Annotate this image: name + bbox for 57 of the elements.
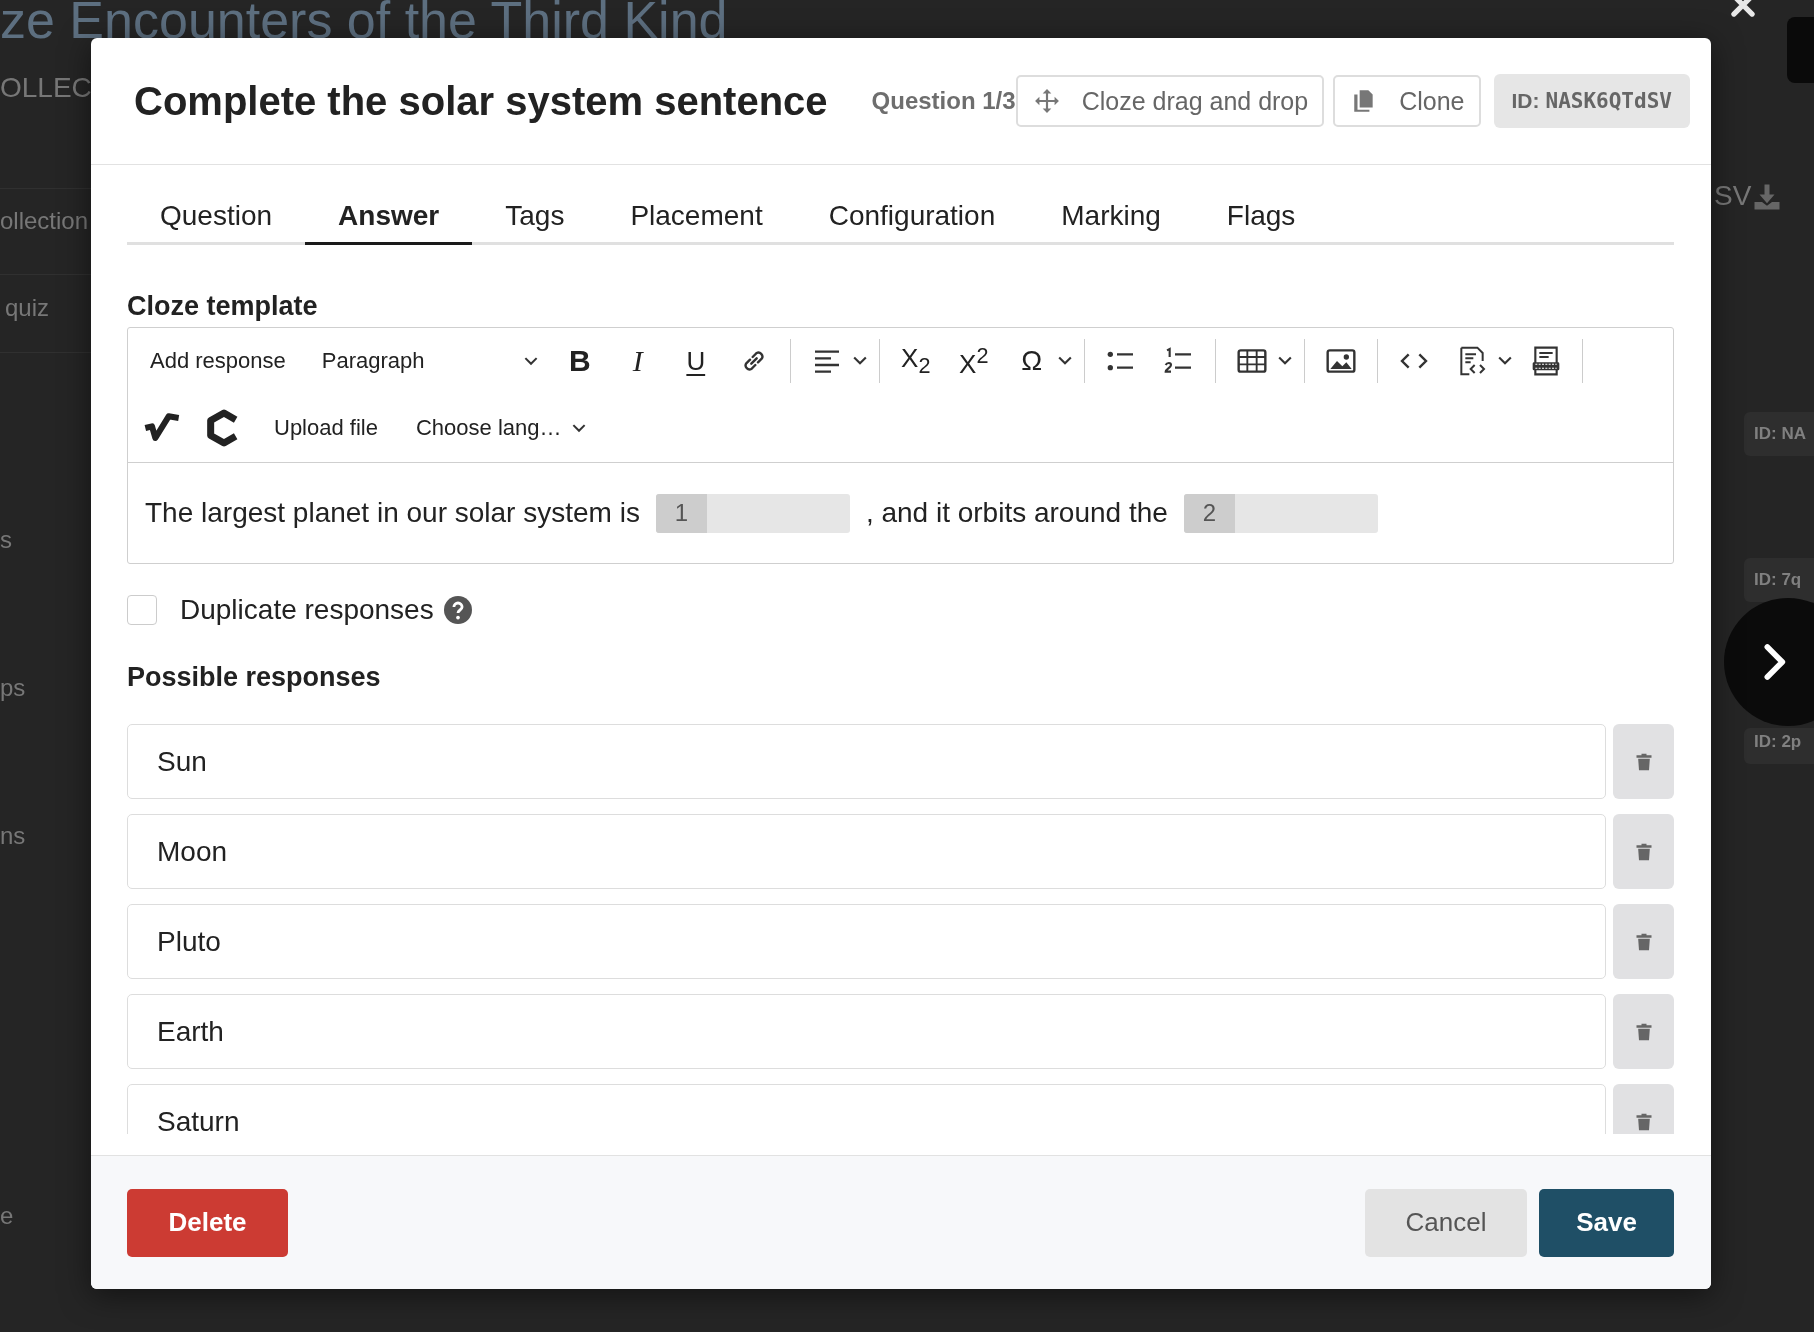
superscript-button[interactable]: X$^{2}$ [949,339,998,383]
section-heading: Cloze template [127,290,319,322]
add-response-button[interactable]: Add response [142,339,294,383]
checkbox-label: Duplicate responses [180,594,434,626]
language-dropdown[interactable]: Choose lang… [407,406,594,450]
save-button[interactable]: Save [1539,1188,1674,1257]
clone-button[interactable]: Clone [1333,75,1481,127]
response-slot[interactable]: 1 [655,493,850,533]
tab[interactable]: Flags [1193,189,1329,245]
response-field[interactable]: Sun [127,724,1606,799]
id-badge: ID: 7q [1744,558,1814,602]
delete-response-button[interactable] [1613,904,1674,979]
checkbox[interactable] [127,595,157,625]
id-badge: ID: NA [1744,412,1814,456]
move-icon [1033,88,1060,114]
section-heading: Possible responses [127,661,382,693]
tab[interactable]: Tags [472,189,598,245]
delete-response-button[interactable] [1613,724,1674,799]
question-type-button[interactable]: Cloze drag and drop [1015,75,1325,127]
caret-icon[interactable] [1057,356,1072,366]
subscript-button[interactable]: X$_{2}$ [891,339,940,383]
caret-icon[interactable] [852,356,867,366]
caret-icon[interactable] [1277,356,1292,366]
caret-icon [523,356,538,366]
question-counter: Question 1/3 [871,87,1016,115]
response-field[interactable]: Pluto [127,904,1606,979]
response-field[interactable]: Moon [127,814,1606,889]
sentence-text: The largest planet in our solar system is [145,497,640,529]
block-format-dropdown[interactable]: Paragraph [313,339,546,383]
tab[interactable]: Answer [305,189,473,245]
underline-button[interactable]: U [671,339,720,383]
cancel-button[interactable]: Cancel [1365,1188,1527,1257]
tab[interactable]: Configuration [795,189,1029,245]
caret-icon[interactable] [1497,356,1512,366]
delete-button[interactable]: Delete [127,1188,288,1257]
tab[interactable]: Placement [597,189,796,245]
rich-text-editor[interactable]: Add response Paragraph B I U X$_{2}$ X$^{2}$ Ω Upload file Choose lang… The largest planet in our solar system is 1 , and it orbits around the 2 [127,327,1674,564]
download-icon [1752,182,1782,212]
special-character-button[interactable]: Ω [1007,339,1056,383]
dialog-title: Complete the solar system sentence [134,78,828,124]
response-field[interactable]: Earth [127,994,1606,1069]
help-icon[interactable] [443,596,472,624]
tab[interactable]: Question [127,189,306,245]
italic-button[interactable]: I [613,339,662,383]
next-button[interactable] [1724,598,1814,726]
bold-button[interactable]: B [555,339,604,383]
tab[interactable]: Marking [1028,189,1194,245]
delete-response-button[interactable] [1613,814,1674,889]
page-subheading: OLLEC [0,72,92,104]
upload-file-button[interactable]: Upload file [266,406,386,450]
page-heading: ze Encounters of the Third Kind [0,0,728,40]
delete-response-button[interactable] [1613,994,1674,1069]
id-badge: ID: 2p [1744,728,1814,764]
caret-icon [571,423,586,433]
id-badge: ID: NASK6QTdSV [1493,74,1690,128]
sentence-text: , and it orbits around the [865,497,1168,529]
response-slot[interactable]: 2 [1183,493,1378,533]
